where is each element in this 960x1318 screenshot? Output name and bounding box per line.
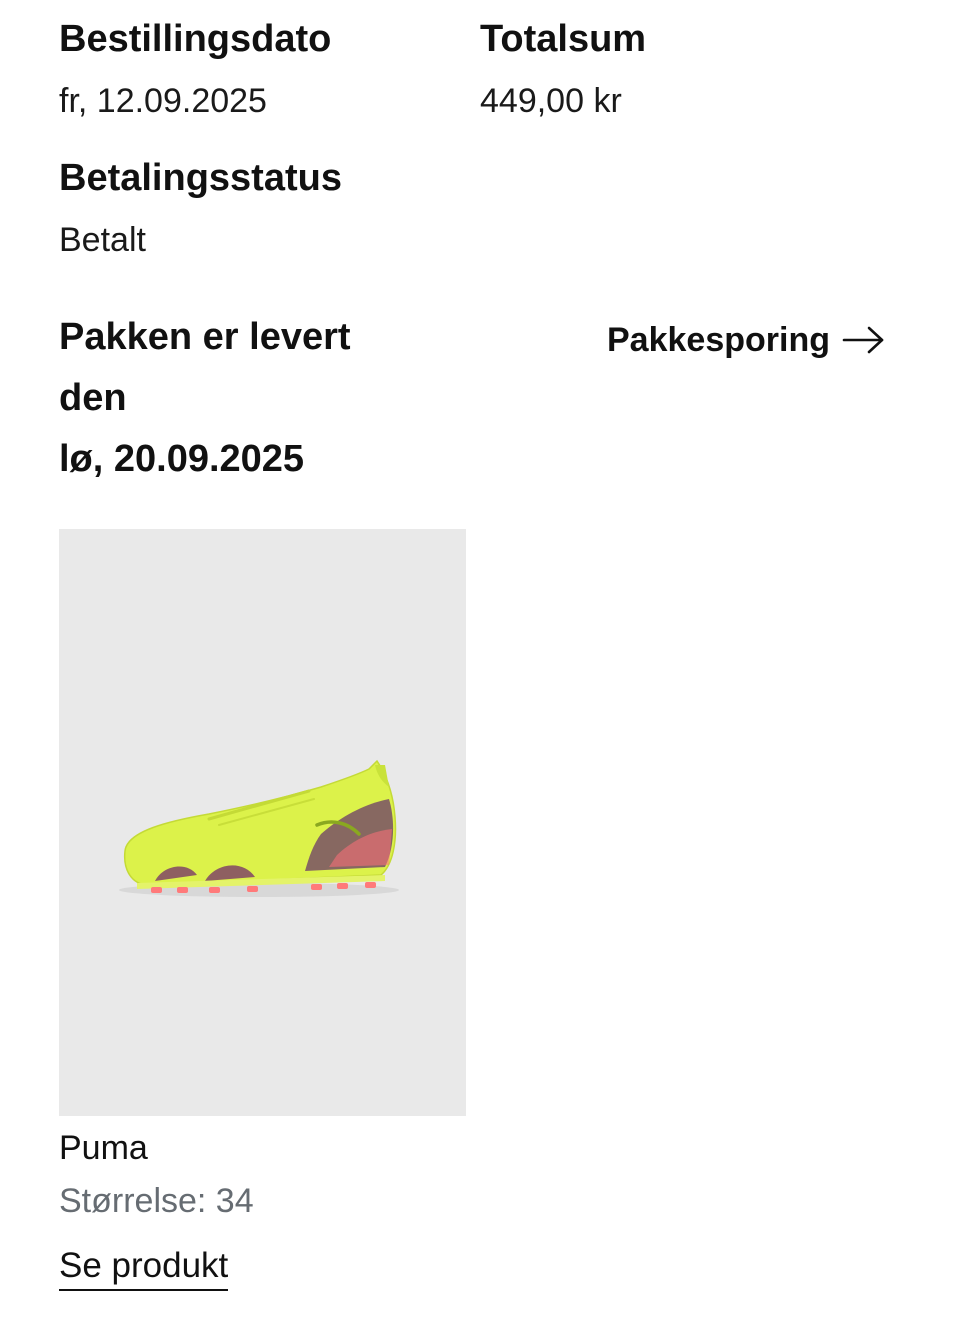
see-product-link[interactable]: Se produkt (59, 1244, 229, 1291)
payment-status-label: Betalingsstatus (59, 157, 342, 199)
total-value: 449,00 kr (480, 82, 622, 120)
football-boot-image (119, 759, 399, 897)
package-tracking-link[interactable]: Pakkesporing (607, 314, 886, 366)
total-label: Totalsum (480, 18, 647, 60)
order-date-value: fr, 12.09.2025 (59, 82, 267, 120)
delivery-status-line-2: den (59, 377, 127, 419)
product-brand: Puma (59, 1129, 148, 1167)
order-date-label: Bestillingsdato (59, 18, 332, 60)
product-size: Størrelse: 34 (59, 1182, 254, 1220)
payment-status-value: Betalt (59, 221, 146, 259)
delivery-status: Pakken er levert den lø, 20.09.2025 (59, 307, 479, 490)
package-tracking-label: Pakkesporing (607, 321, 830, 359)
product-image[interactable] (59, 529, 466, 1116)
arrow-right-icon (842, 326, 884, 354)
delivery-status-line-1: Pakken er levert (59, 316, 351, 358)
delivery-date: lø, 20.09.2025 (59, 438, 305, 480)
